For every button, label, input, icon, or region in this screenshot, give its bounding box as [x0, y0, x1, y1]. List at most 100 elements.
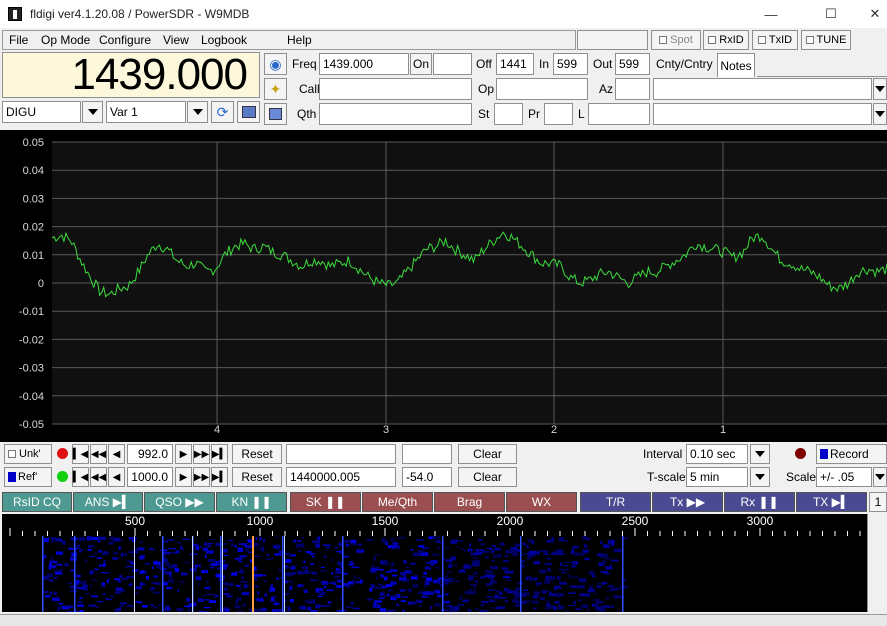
macro-brag[interactable]: Brag [434, 492, 505, 512]
tab-notes[interactable]: Notes [717, 53, 755, 77]
waterfall-noise [234, 557, 243, 560]
on-time-button[interactable]: On [410, 53, 432, 75]
waterfall-noise [132, 551, 139, 554]
unknown-ref-toggle[interactable]: Unk' [4, 444, 52, 464]
clear-button-1[interactable]: Clear [458, 444, 517, 464]
ref-step-forward-button[interactable]: ▶ [175, 467, 192, 487]
waterfall-noise [407, 588, 413, 593]
spot-toggle[interactable]: Spot [651, 30, 701, 50]
fast-forward-button[interactable]: ▶▶ [193, 444, 210, 464]
menu-configure[interactable]: Configure [99, 33, 151, 47]
on-time-input[interactable] [433, 53, 472, 75]
waterfall-svg[interactable] [2, 536, 867, 612]
call-input[interactable] [319, 78, 472, 100]
log-freq-input[interactable]: 1439.000 [319, 53, 409, 75]
off-time-input[interactable]: 1441 [496, 53, 534, 75]
macro-qso[interactable]: QSO ▶▶ [144, 492, 215, 512]
skip-end-button[interactable]: ▶▍ [211, 444, 228, 464]
interval-select[interactable]: 0.10 sec [686, 444, 748, 464]
notes-dropdown-button[interactable] [873, 103, 887, 125]
bandwidth-dropdown-button[interactable] [187, 101, 208, 123]
ref-fast-forward-button[interactable]: ▶▶ [193, 467, 210, 487]
ref-skip-start-button[interactable]: ▍◀ [72, 467, 89, 487]
macro-me-qth[interactable]: Me/Qth [362, 492, 433, 512]
province-input[interactable] [544, 103, 573, 125]
locator-input[interactable] [588, 103, 650, 125]
waterfall-noise [317, 595, 323, 598]
macro-tr[interactable]: T/R [580, 492, 651, 512]
unk-frequency-input[interactable]: 992.0 [127, 444, 173, 464]
menu-view[interactable]: View [163, 33, 189, 47]
qrz-lookup-button[interactable]: ◉ [264, 53, 287, 75]
waterfall-noise [310, 610, 318, 612]
scale-dropdown-button[interactable] [873, 467, 887, 487]
skip-start-button[interactable]: ▍◀ [72, 444, 89, 464]
qth-input[interactable] [319, 103, 472, 125]
ref-label: Ref' [18, 471, 38, 483]
rst-in-input[interactable]: 599 [553, 53, 588, 75]
waterfall-noise [223, 543, 227, 545]
waterfall-noise [513, 550, 518, 554]
state-input[interactable] [494, 103, 523, 125]
clear-log-button[interactable]: ✦ [264, 78, 287, 100]
close-button[interactable]: ✕ [852, 0, 887, 28]
country-dropdown-button[interactable] [873, 78, 887, 100]
mode-select[interactable]: DIGU [2, 101, 81, 123]
waterfall-noise [234, 545, 237, 548]
reference-toggle[interactable]: Ref' [4, 467, 52, 487]
waterfall-display[interactable] [2, 536, 867, 612]
waterfall-noise [88, 545, 95, 547]
maximize-button[interactable]: ☐ [808, 0, 854, 28]
waterfall-noise [467, 548, 472, 550]
macro-ans[interactable]: ANS ▶▍ [73, 492, 143, 512]
waterfall-noise [512, 599, 520, 603]
frequency-display[interactable]: 1439.000 [2, 50, 260, 99]
waterfall-noise [587, 589, 592, 592]
waterfall-noise [559, 581, 567, 585]
azimuth-input[interactable] [615, 78, 650, 100]
macro-wx[interactable]: WX [506, 492, 577, 512]
waterfall-noise [607, 589, 614, 592]
rxid-toggle[interactable]: RxID [703, 30, 749, 50]
minimize-button[interactable]: — [748, 0, 794, 28]
ref-frequency-input[interactable]: 1000.0 [127, 467, 173, 487]
tscale-dropdown-button[interactable] [750, 467, 770, 487]
waterfall-noise [283, 580, 289, 584]
rig-refresh-button[interactable]: ⟳ [211, 101, 234, 123]
record-toggle[interactable]: Record [816, 444, 887, 464]
macro-set-selector[interactable]: 1 [869, 492, 887, 512]
country-input[interactable] [653, 78, 872, 100]
reset-button-2[interactable]: Reset [232, 467, 282, 487]
reset-button-1[interactable]: Reset [232, 444, 282, 464]
save-log-button[interactable] [264, 103, 287, 125]
menu-help[interactable]: Help [287, 33, 312, 47]
scale-select[interactable]: +/- .05 [816, 467, 872, 487]
macro-tx[interactable]: Tx ▶▶ [652, 492, 723, 512]
ref-step-back-button[interactable]: ◀ [108, 467, 125, 487]
step-forward-button[interactable]: ▶ [175, 444, 192, 464]
waterfall-noise [497, 553, 502, 558]
interval-dropdown-button[interactable] [750, 444, 770, 464]
notes-input[interactable] [653, 103, 872, 125]
mode-dropdown-button[interactable] [82, 101, 103, 123]
bandwidth-select[interactable]: Var 1 [106, 101, 186, 123]
macro-kn[interactable]: KN ❚❚ [216, 492, 287, 512]
menu-op-mode[interactable]: Op Mode [41, 33, 90, 47]
macro-rx[interactable]: Rx ❚❚ [724, 492, 795, 512]
macro-tx-tune[interactable]: TX ▶▍ [796, 492, 867, 512]
ref-fast-back-button[interactable]: ◀◀ [90, 467, 107, 487]
tune-toggle[interactable]: TUNE [801, 30, 851, 50]
step-back-button[interactable]: ◀ [108, 444, 125, 464]
menu-logbook[interactable]: Logbook [201, 33, 247, 47]
macro-rsid-cq[interactable]: RsID CQ [2, 492, 72, 512]
ref-skip-end-button[interactable]: ▶▍ [211, 467, 228, 487]
menu-file[interactable]: File [9, 33, 28, 47]
clear-button-2[interactable]: Clear [458, 467, 517, 487]
rst-out-input[interactable]: 599 [615, 53, 650, 75]
txid-toggle[interactable]: TxID [752, 30, 798, 50]
macro-sk[interactable]: SK ❚❚ [290, 492, 361, 512]
op-name-input[interactable] [496, 78, 588, 100]
rig-memory-button[interactable] [237, 101, 260, 123]
fast-back-button[interactable]: ◀◀ [90, 444, 107, 464]
tscale-select[interactable]: 5 min [686, 467, 748, 487]
